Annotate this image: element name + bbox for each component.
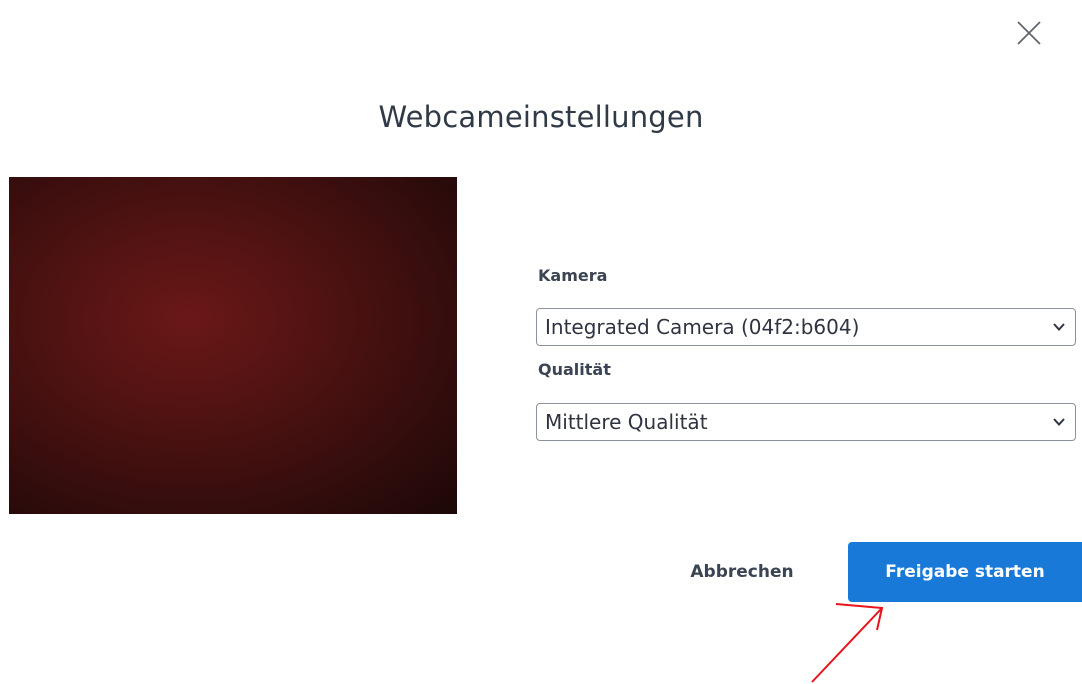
annotation-arrow bbox=[811, 603, 884, 683]
close-icon bbox=[1017, 21, 1041, 45]
webcam-preview bbox=[9, 177, 457, 514]
quality-select[interactable]: Mittlere Qualität bbox=[536, 403, 1076, 441]
chevron-down-icon bbox=[1053, 323, 1065, 331]
dialog-title: Webcameinstellungen bbox=[378, 100, 704, 134]
camera-label: Kamera bbox=[538, 266, 608, 285]
camera-select[interactable]: Integrated Camera (04f2:b604) bbox=[536, 308, 1076, 346]
cancel-button[interactable]: Abbrechen bbox=[672, 542, 812, 602]
start-sharing-button[interactable]: Freigabe starten bbox=[848, 542, 1082, 602]
quality-label: Qualität bbox=[538, 360, 611, 379]
close-button[interactable] bbox=[1014, 18, 1044, 48]
quality-select-value: Mittlere Qualität bbox=[545, 410, 708, 434]
camera-select-value: Integrated Camera (04f2:b604) bbox=[545, 315, 860, 339]
chevron-down-icon bbox=[1053, 418, 1065, 426]
